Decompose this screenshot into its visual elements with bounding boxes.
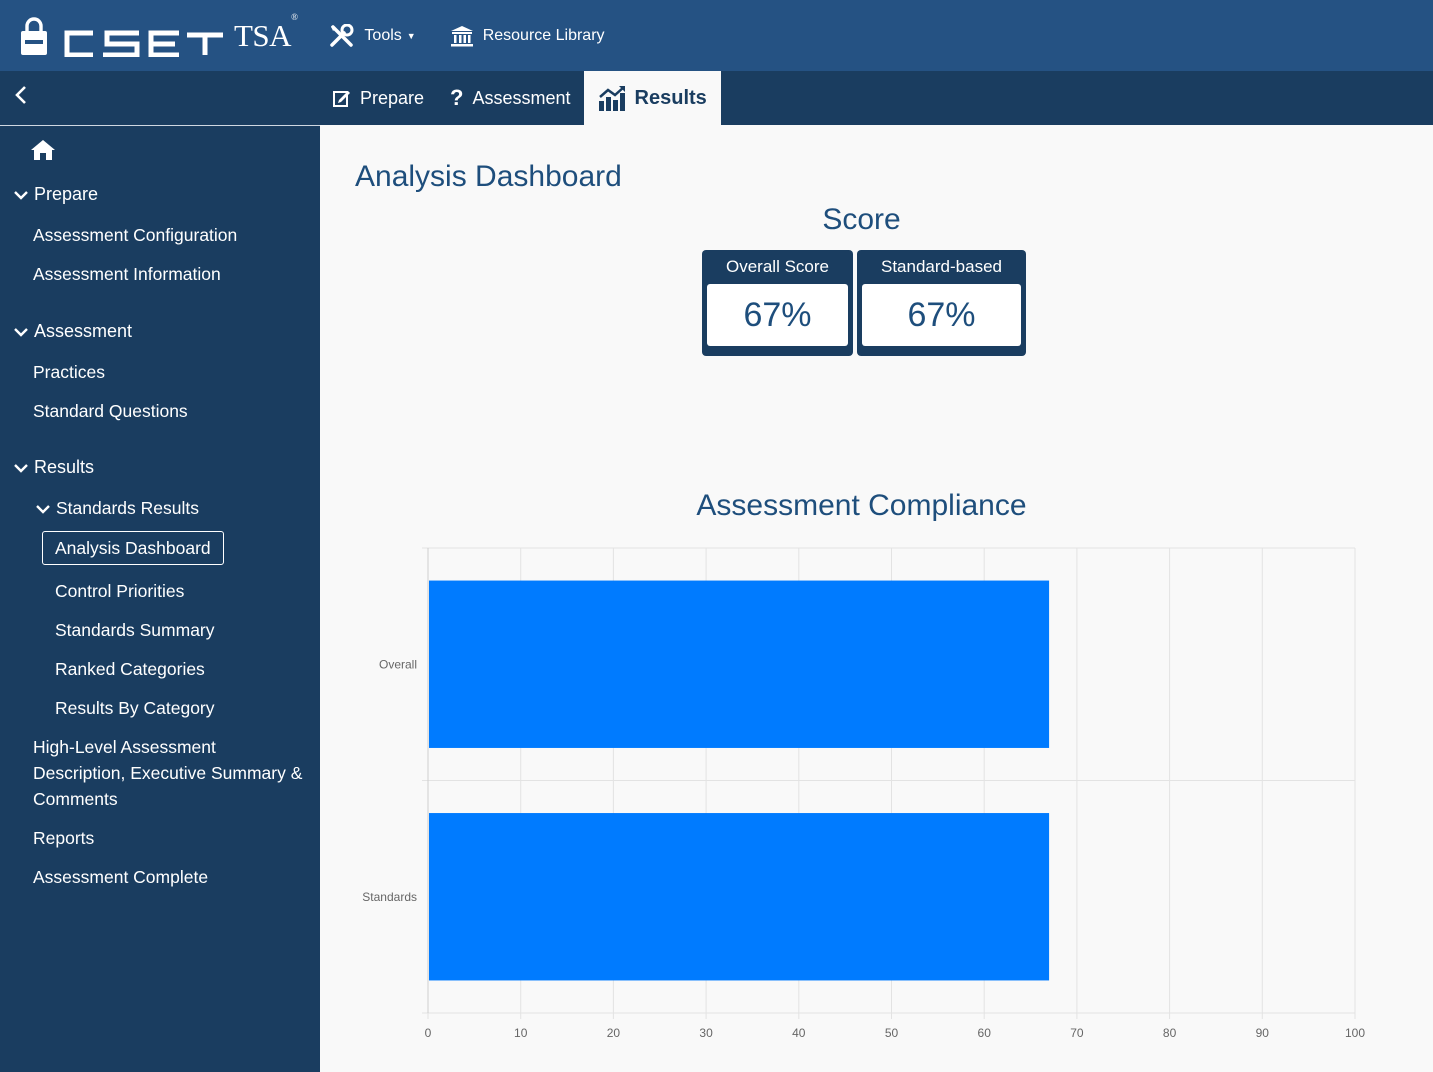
compliance-title: Assessment Compliance <box>696 489 1027 522</box>
sidebar-item-assessment-configuration[interactable]: Assessment Configuration <box>33 222 237 248</box>
sidebar-item-practices[interactable]: Practices <box>33 359 105 385</box>
tools-menu[interactable]: Tools ▼ <box>329 23 416 48</box>
sidebar-item-control-priorities[interactable]: Control Priorities <box>55 578 184 604</box>
phase-bar: Prepare ? Assessment Results <box>0 71 1433 125</box>
sidebar-item-standard-questions[interactable]: Standard Questions <box>33 398 188 424</box>
compliance-bar-chart: 0 10 20 30 40 50 60 70 80 90 100 Overall Standards <box>362 547 1365 1040</box>
standard-based-value: 67% <box>862 284 1021 346</box>
x-tick-label: 40 <box>792 1026 806 1040</box>
page-title: Analysis Dashboard <box>355 160 622 193</box>
high-level-line-2: Description, Executive Summary & <box>33 763 303 783</box>
tab-assessment[interactable]: ? Assessment <box>437 71 584 125</box>
library-icon <box>450 25 474 47</box>
sidebar-section-assessment-label: Assessment <box>34 321 133 341</box>
cset-logo-wordmark <box>21 16 223 57</box>
x-tick-label: 10 <box>514 1026 528 1040</box>
score-title: Score <box>822 203 901 236</box>
sidebar-section-results[interactable]: Results <box>14 454 94 482</box>
x-tick-label: 80 <box>1163 1026 1177 1040</box>
phase-tabs: Prepare ? Assessment Results <box>320 71 721 125</box>
sidebar-section-results-label: Results <box>34 457 95 477</box>
standard-based-label: Standard-based <box>881 257 1002 276</box>
collapse-sidebar-button[interactable] <box>8 81 34 109</box>
tab-prepare[interactable]: Prepare <box>320 71 437 125</box>
bar-standards[interactable] <box>429 813 1050 981</box>
sidebar-item-reports[interactable]: Reports <box>33 825 94 851</box>
x-tick-label: 90 <box>1256 1026 1270 1040</box>
x-tick-label: 60 <box>978 1026 992 1040</box>
tab-assessment-label: Assessment <box>472 87 571 108</box>
sidebar-item-analysis-dashboard[interactable]: Analysis Dashboard <box>42 531 224 565</box>
sidebar-item-assessment-complete[interactable]: Assessment Complete <box>33 864 208 890</box>
x-tick-label: 100 <box>1345 1026 1365 1040</box>
high-level-line-1: High-Level Assessment <box>33 737 216 757</box>
question-icon: ? <box>450 85 464 110</box>
sidebar-item-assessment-information[interactable]: Assessment Information <box>33 261 221 287</box>
overall-score-value: 67% <box>707 284 848 346</box>
sidebar-item-high-level-assessment[interactable]: High-Level Assessment Description, Execu… <box>33 734 302 812</box>
tab-prepare-label: Prepare <box>360 87 425 108</box>
sidebar-item-standards-results-label: Standards Results <box>56 498 199 518</box>
caret-down-icon: ▼ <box>406 30 416 41</box>
tab-results[interactable]: Results <box>583 71 721 125</box>
sidebar-item-standards-results[interactable]: Standards Results <box>36 495 199 523</box>
main-content: Analysis Dashboard Score Overall Score 6… <box>320 125 1433 1072</box>
bar-overall[interactable] <box>429 580 1050 748</box>
sidebar-item-ranked-categories[interactable]: Ranked Categories <box>55 656 205 682</box>
y-tick-label: Overall <box>379 657 417 671</box>
x-tick-label: 30 <box>699 1026 713 1040</box>
tools-icon <box>329 23 355 48</box>
x-tick-label: 20 <box>607 1026 621 1040</box>
chevron-down-icon <box>14 456 34 482</box>
cset-logo[interactable]: TSA® <box>19 0 298 71</box>
chevron-down-icon <box>36 497 56 523</box>
sidebar-item-results-by-category[interactable]: Results By Category <box>55 695 215 721</box>
x-tick-label: 70 <box>1070 1026 1084 1040</box>
edit-icon <box>333 89 351 107</box>
high-level-line-3: Comments <box>33 789 118 809</box>
overall-score-card: Overall Score 67% <box>702 250 853 356</box>
tools-label: Tools <box>364 26 402 44</box>
resource-library-link[interactable]: Resource Library <box>450 25 605 47</box>
sidebar-section-prepare-label: Prepare <box>34 184 99 204</box>
sidebar-section-prepare[interactable]: Prepare <box>14 181 98 209</box>
x-tick-label: 50 <box>885 1026 899 1040</box>
chevron-down-icon <box>14 320 34 346</box>
chevron-left-icon <box>15 86 26 104</box>
home-button[interactable] <box>30 139 56 166</box>
top-app-bar: TSA® Tools ▼ Resource Library <box>0 0 1433 71</box>
chevron-down-icon <box>14 183 34 209</box>
x-tick-label: 0 <box>425 1026 432 1040</box>
home-icon <box>31 140 55 160</box>
sidebar-item-standards-summary[interactable]: Standards Summary <box>55 617 215 643</box>
tab-results-label: Results <box>634 86 707 109</box>
y-tick-label: Standards <box>362 890 417 904</box>
chart-line-icon <box>598 85 626 111</box>
brand-tsa: TSA® <box>234 12 298 53</box>
sidebar-section-assessment[interactable]: Assessment <box>14 318 132 346</box>
overall-score-label: Overall Score <box>726 257 829 276</box>
resource-library-label: Resource Library <box>482 26 605 44</box>
sidebar-nav: Prepare Assessment Configuration Assessm… <box>0 125 320 1072</box>
standard-based-score-card: Standard-based 67% <box>857 250 1026 356</box>
